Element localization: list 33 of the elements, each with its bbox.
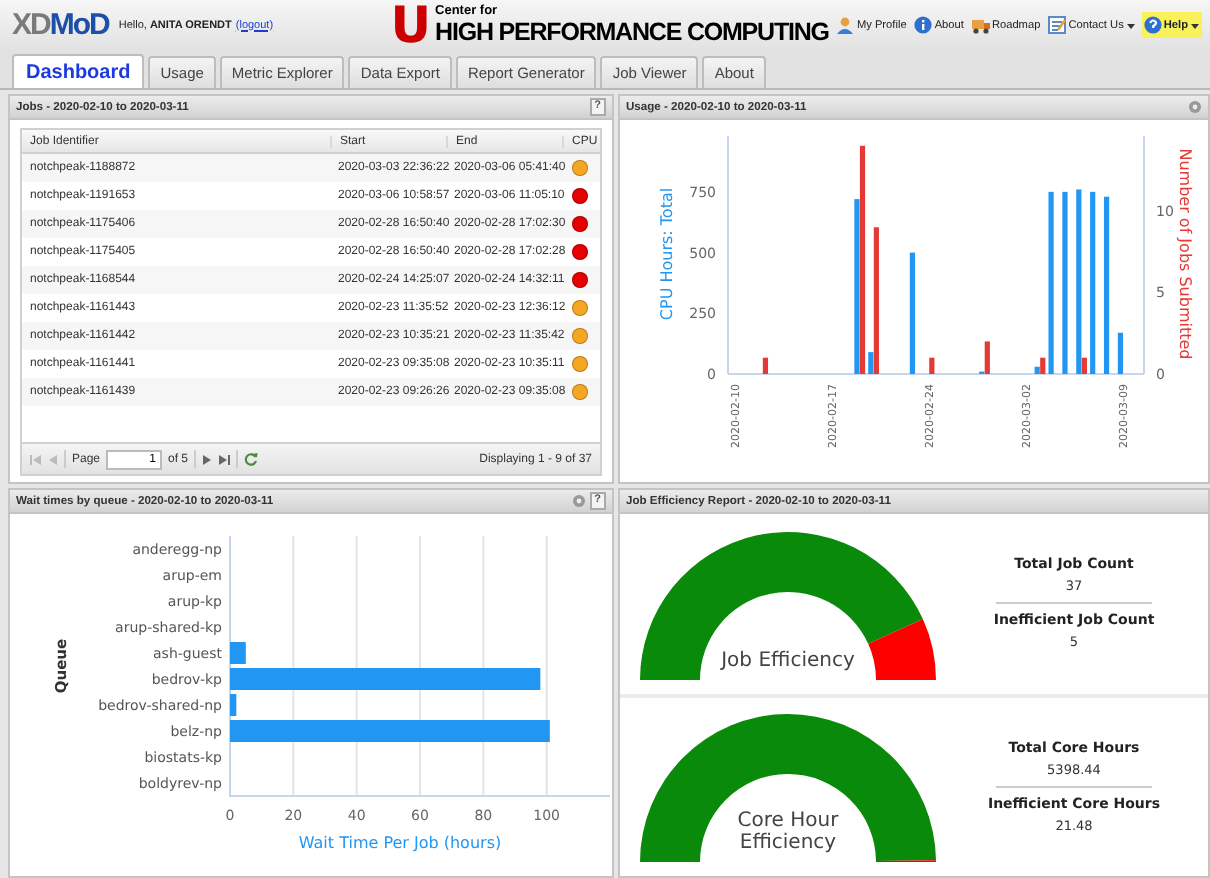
axis-title: CPU Hours: Total [658,187,676,321]
help-icon [1143,16,1162,34]
jobs-submitted-bar [984,341,990,374]
next-page-icon [202,453,213,465]
jobs-submitted-bar [1040,357,1046,374]
last-page-icon [218,453,231,465]
refresh-icon [244,452,259,466]
xdmod-logo: XDMoD [12,8,109,42]
university-logo: U [390,3,432,47]
gauge-label: Core Hour Efficiency [735,810,841,855]
center-name-title: HIGH PERFORMANCE COMPUTING [435,18,829,46]
form-icon [1048,16,1067,34]
nav-tab[interactable]: Dashboard [12,54,145,88]
axis-title: Wait Time Per Job (hours) [298,834,502,852]
person-icon [836,16,855,34]
gauge-remainder [868,618,936,680]
truck-icon [971,16,990,34]
jobs-submitted-bar [929,357,935,374]
cpu-hours-bar [868,352,874,374]
wait-time-bar [230,642,246,664]
gauge-label: Job Efficiency [718,649,857,672]
previous-page-icon [48,453,58,465]
cpu-hours-bar [1117,332,1124,374]
jobs-submitted-bar [1081,357,1087,374]
jobs-submitted-bar [762,357,769,374]
wait-time-bar [230,694,237,716]
cpu-hours-bar [909,252,916,374]
first-page-icon [30,453,42,465]
cpu-hours-bar [1034,366,1040,374]
axis-title: Number of Jobs Submitted [1176,148,1194,360]
info-icon [914,16,933,34]
gear-icon [571,494,586,508]
gear-icon [1188,100,1202,114]
